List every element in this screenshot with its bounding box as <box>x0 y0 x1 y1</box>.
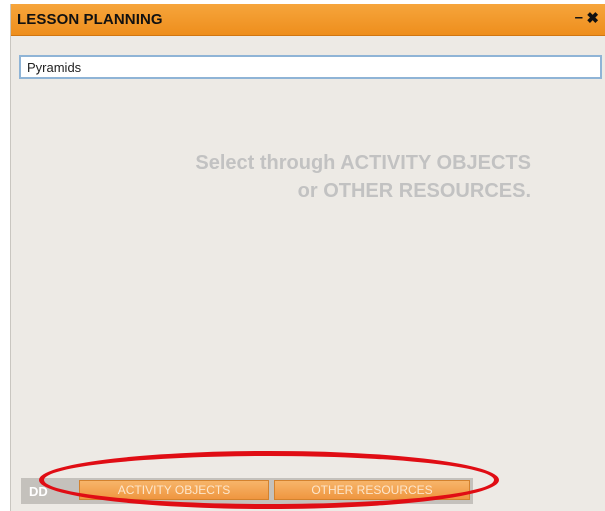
search-input[interactable] <box>19 55 602 79</box>
empty-state-hint: Select through ACTIVITY OBJECTS or OTHER… <box>81 149 531 205</box>
hint-line-1: Select through ACTIVITY OBJECTS <box>195 152 531 174</box>
bottom-toolbar: DD ACTIVITY OBJECTS OTHER RESOURCES <box>21 478 473 504</box>
title-bar[interactable]: LESSON PLANNING – ✖ <box>11 4 605 36</box>
other-resources-button[interactable]: OTHER RESOURCES <box>274 480 470 500</box>
add-label: DD <box>29 484 48 499</box>
window-title: LESSON PLANNING <box>17 11 163 28</box>
activity-objects-button[interactable]: ACTIVITY OBJECTS <box>79 480 269 500</box>
minimize-icon[interactable]: – <box>575 9 583 27</box>
close-icon[interactable]: ✖ <box>586 10 599 28</box>
lesson-planning-window: LESSON PLANNING – ✖ Select through ACTIV… <box>10 4 605 511</box>
hint-line-2: or OTHER RESOURCES. <box>297 180 531 202</box>
